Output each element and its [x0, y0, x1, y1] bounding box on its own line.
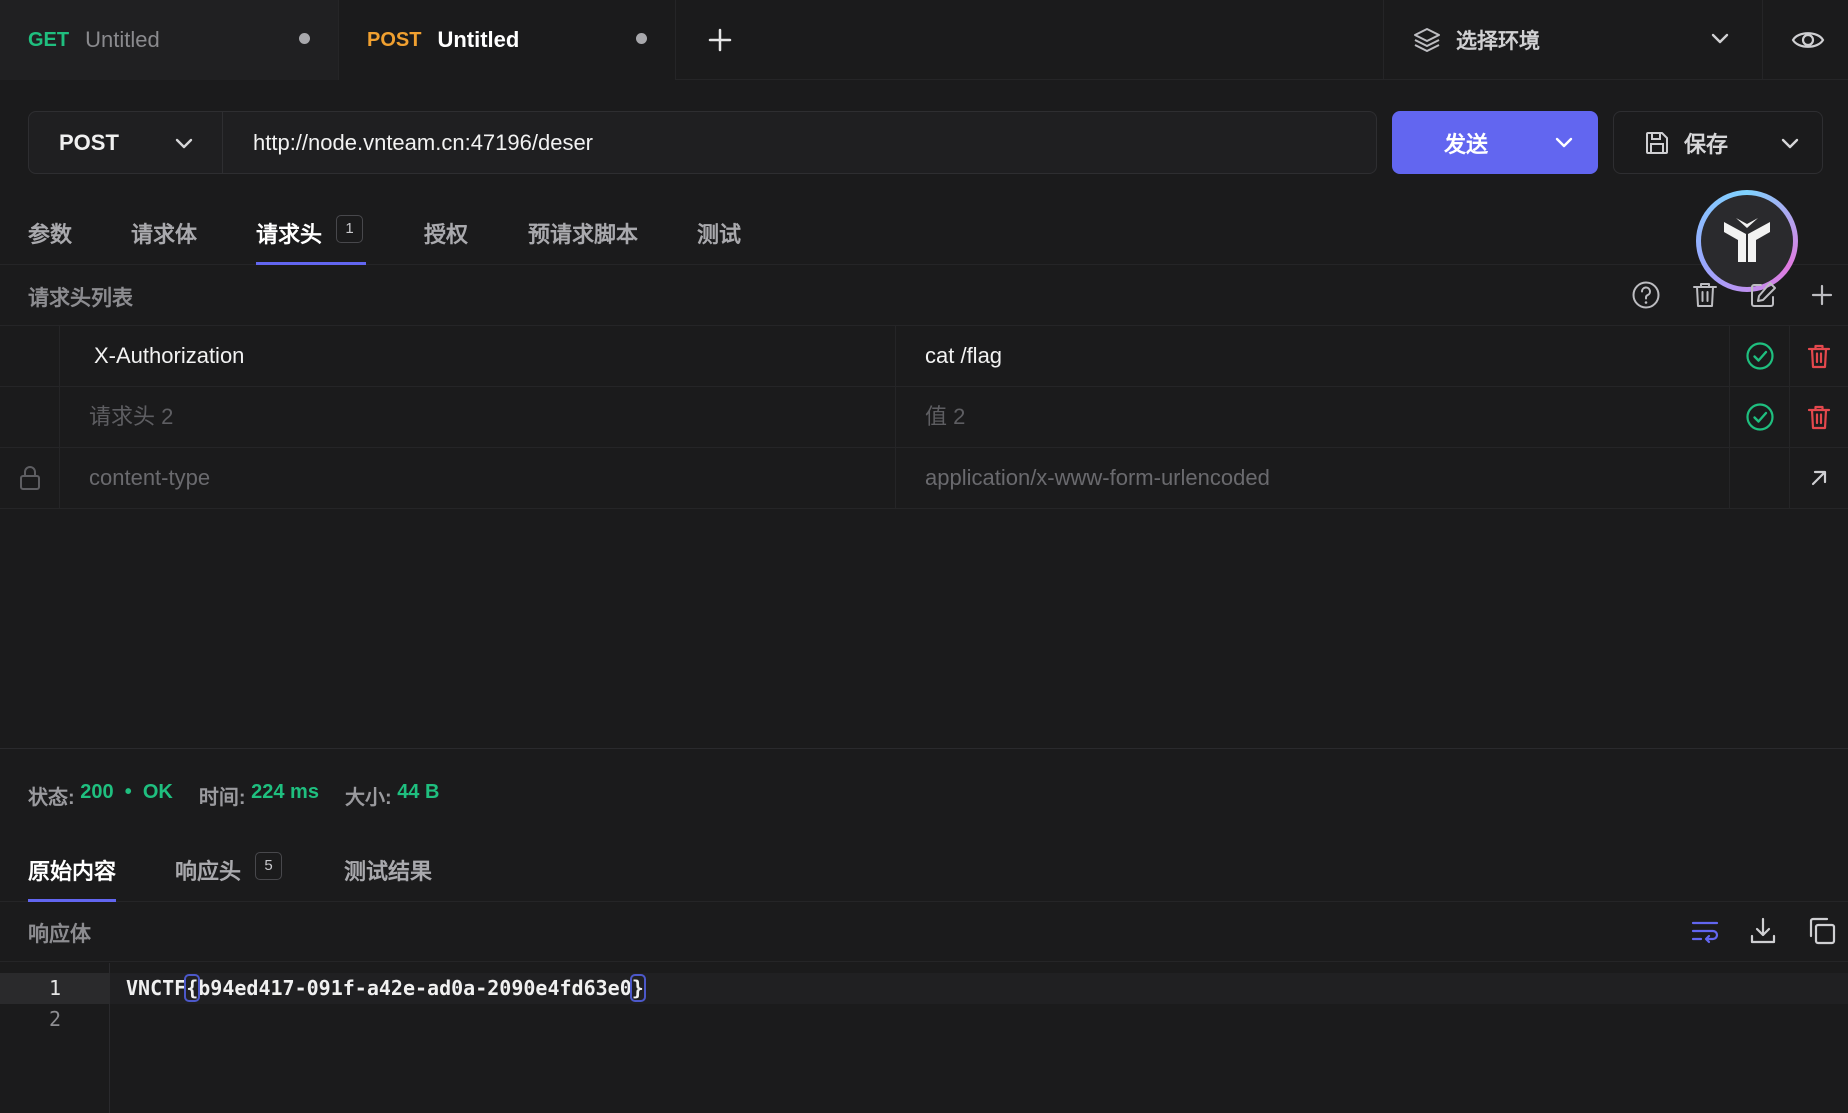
send-button-label: 发送: [1443, 131, 1488, 157]
tab-test-results[interactable]: 测试结果: [344, 854, 432, 902]
response-body-title: 响应体: [28, 923, 91, 946]
request-tab-bar: GET Untitled POST Untitled 选择环境: [0, 0, 1848, 80]
drag-handle[interactable]: [0, 387, 60, 447]
method-select[interactable]: POST: [28, 111, 223, 174]
response-status-line: 状态: 200 • OK 时间: 224 ms 大小: 44 B: [28, 781, 439, 810]
line-number: 1: [0, 973, 110, 1004]
method-select-value: POST: [59, 129, 119, 155]
send-button[interactable]: 发送: [1392, 111, 1598, 174]
tab-name-label: Untitled: [437, 27, 520, 52]
tab-label: 参数: [28, 222, 73, 247]
trash-icon[interactable]: [1804, 402, 1834, 432]
count-badge: 5: [255, 852, 283, 880]
header-row: [0, 326, 1848, 387]
headers-list-title: 请求头列表: [28, 287, 133, 310]
tab-label: 原始内容: [28, 859, 117, 884]
arrow-up-right-icon[interactable]: [1804, 463, 1834, 493]
panel-divider[interactable]: [0, 748, 1848, 749]
status-label: 状态:: [28, 787, 75, 809]
headers-list-header: 请求头列表: [0, 266, 1848, 326]
code-token: b94ed417-091f-a42e-ad0a-2090e4fd63e0: [198, 976, 632, 1000]
header-key-input[interactable]: [94, 326, 884, 386]
header-value-input[interactable]: [925, 326, 1715, 386]
empty-cell: [1730, 448, 1790, 508]
header-value-input: [925, 448, 1715, 508]
new-tab-button[interactable]: [700, 20, 740, 60]
tab-params[interactable]: 参数: [28, 217, 72, 265]
tab-raw-content[interactable]: 原始内容: [28, 854, 117, 902]
line-number: 2: [48, 1007, 62, 1031]
logo-icon: [1724, 218, 1770, 262]
response-time: 224 ms: [251, 781, 319, 803]
lock-icon: [19, 466, 40, 490]
save-icon: [1646, 131, 1668, 154]
tab-label: 测试结果: [344, 859, 433, 884]
tab-method-label: POST: [367, 28, 422, 51]
header-key-input[interactable]: [89, 387, 879, 447]
tab-label: 测试: [697, 222, 742, 247]
request-tab-post[interactable]: POST Untitled: [338, 0, 676, 80]
response-section-tabs: 原始内容 响应头 5 测试结果: [0, 840, 1848, 902]
tab-label: 请求体: [131, 222, 198, 247]
code-line[interactable]: [110, 1004, 1848, 1035]
chevron-down-icon[interactable]: [1552, 130, 1576, 154]
layers-icon: [1414, 28, 1440, 52]
unsaved-dot-icon[interactable]: [636, 33, 647, 44]
brace-open: {: [184, 974, 201, 1002]
header-row: [0, 387, 1848, 448]
request-section-tabs: 参数 请求体 请求头 1 授权 预请求脚本 测试: [0, 205, 1848, 265]
copy-icon[interactable]: [1805, 914, 1839, 948]
header-key-input: [89, 448, 879, 508]
chevron-down-icon: [1711, 33, 1729, 44]
drag-handle[interactable]: [0, 326, 60, 386]
time-label: 时间:: [198, 787, 246, 809]
header-value-input[interactable]: [925, 387, 1715, 447]
response-body-editor[interactable]: 1 2 VNCTF{b94ed417-091f-a42e-ad0a-2090e4…: [0, 963, 1848, 1113]
status-bullet: •: [124, 781, 132, 803]
eye-icon[interactable]: [1790, 22, 1826, 58]
tab-auth[interactable]: 授权: [424, 217, 468, 265]
code-line[interactable]: VNCTF{b94ed417-091f-a42e-ad0a-2090e4fd63…: [110, 973, 1848, 1004]
size-label: 大小:: [344, 787, 392, 809]
brace-close: }: [629, 974, 646, 1002]
trash-icon[interactable]: [1688, 278, 1722, 312]
check-circle-icon[interactable]: [1745, 341, 1775, 371]
edit-icon[interactable]: [1746, 278, 1780, 312]
tab-label: 授权: [424, 222, 469, 247]
tab-headers[interactable]: 请求头 1: [256, 215, 366, 265]
tab-name-label: Untitled: [85, 27, 160, 52]
tab-label: 请求头: [256, 222, 323, 247]
count-badge: 1: [336, 215, 364, 243]
line-number-gutter: 1 2: [0, 963, 110, 1113]
response-body-header: 响应体: [0, 902, 1848, 962]
header-row-locked: [0, 448, 1848, 509]
status-text: OK: [142, 781, 173, 803]
tab-method-label: GET: [28, 28, 70, 51]
url-input[interactable]: [223, 111, 1377, 174]
word-wrap-icon[interactable]: [1688, 914, 1722, 948]
plus-icon[interactable]: [1805, 278, 1839, 312]
environment-select[interactable]: 选择环境: [1383, 0, 1763, 80]
save-button[interactable]: 保存: [1613, 111, 1823, 174]
check-circle-icon[interactable]: [1745, 402, 1775, 432]
status-code: 200: [80, 781, 114, 803]
trash-icon[interactable]: [1804, 341, 1834, 371]
tab-response-headers[interactable]: 响应头 5: [175, 852, 283, 902]
environment-label: 选择环境: [1456, 30, 1540, 53]
code-token: VNCTF: [126, 976, 187, 1000]
response-size: 44 B: [397, 781, 440, 803]
tab-label: 响应头: [175, 859, 242, 884]
unsaved-dot-icon[interactable]: [299, 33, 310, 44]
chevron-down-icon: [175, 138, 193, 149]
tab-label: 预请求脚本: [528, 222, 639, 247]
tab-pre-request-script[interactable]: 预请求脚本: [528, 217, 638, 265]
request-tab-get[interactable]: GET Untitled: [0, 0, 338, 80]
help-icon[interactable]: [1629, 278, 1663, 312]
tab-tests[interactable]: 测试: [697, 217, 741, 265]
plus-icon: [708, 28, 732, 52]
download-icon[interactable]: [1746, 914, 1780, 948]
save-button-label: 保存: [1684, 131, 1729, 157]
chevron-down-icon[interactable]: [1778, 131, 1802, 155]
tab-body[interactable]: 请求体: [131, 217, 197, 265]
